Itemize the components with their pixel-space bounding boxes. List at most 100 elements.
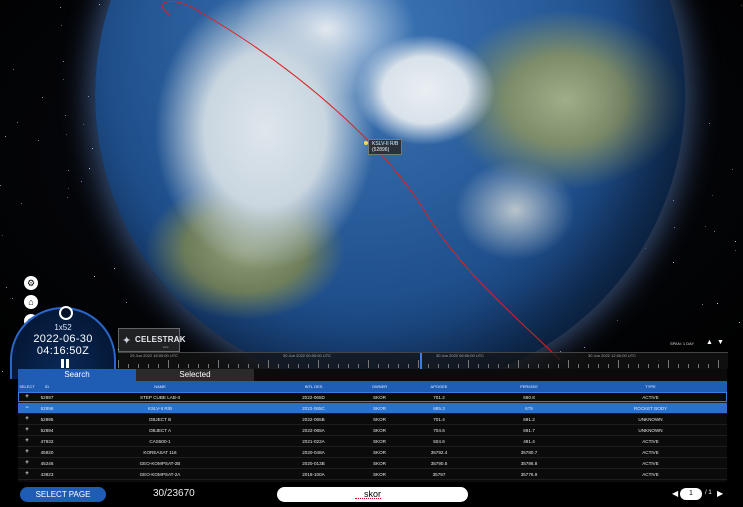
column-header[interactable]: ID	[36, 381, 58, 392]
timeline-tick	[538, 364, 539, 368]
table-cell: 679	[525, 406, 533, 411]
table-cell: GEO-KOMPSAT-2A	[139, 472, 181, 477]
celestrak-logo[interactable]: ✦ CELESTRAK LLC	[118, 328, 186, 352]
row-select-toggle[interactable]: −	[18, 403, 36, 414]
table-row[interactable]: +52895 OBJECT B 2022-065B SKOR 701.4 691.2 UNK…	[18, 414, 727, 425]
table-cell: 35776.9	[520, 472, 538, 477]
timeline-tick	[548, 364, 549, 368]
span-increase-button[interactable]: ▲	[706, 339, 713, 346]
select-page-button[interactable]: SELECT PAGE	[20, 487, 106, 502]
timeline-tick	[568, 360, 569, 368]
column-header[interactable]: OWNER	[365, 381, 394, 392]
home-icon[interactable]: ⌂	[24, 295, 38, 309]
timeline-tick	[408, 364, 409, 368]
page-next-button[interactable]: ▶	[717, 489, 723, 498]
row-select-toggle[interactable]: +	[18, 469, 36, 480]
column-header[interactable]: NAME	[58, 381, 262, 392]
timeline-cursor[interactable]	[420, 353, 422, 370]
column-header[interactable]: APOGEE	[394, 381, 484, 392]
row-select-toggle[interactable]: +	[18, 425, 36, 436]
timeline[interactable]: 29 Jun 2022 18:00:00 UTC 30 Jun 2022 00:…	[118, 352, 728, 370]
table-cell: 504.6	[433, 439, 445, 444]
table-cell: 52897	[40, 395, 54, 400]
table-cell: 690.8	[523, 395, 535, 400]
rate-dial-knob[interactable]	[59, 306, 73, 320]
clock-time: 04:16:50Z	[36, 345, 90, 357]
search-input[interactable]	[277, 487, 468, 502]
timeline-tick	[488, 364, 489, 368]
table-cell: 35797	[432, 472, 446, 477]
table-cell: 685.3	[433, 406, 445, 411]
table-row[interactable]: +52897 STEP CUBE LAB-II 2022-065D SKOR 701.2…	[18, 392, 727, 403]
table-cell: SKOR	[372, 406, 387, 411]
table-cell: ACTIVE	[642, 439, 659, 444]
table-cell: 491.4	[523, 439, 535, 444]
table-row[interactable]: −52896 KSLV-II R/B 2022-065C SKOR 685.3 679 RO…	[18, 403, 727, 414]
timeline-label: 29 Jun 2022 18:00:00 UTC	[130, 353, 179, 358]
row-select-toggle[interactable]: +	[18, 458, 36, 469]
column-header[interactable]: PERIGEE	[484, 381, 574, 392]
timeline-tick	[128, 364, 129, 368]
column-header[interactable]: TYPE	[574, 381, 727, 392]
timeline-tick	[668, 360, 669, 368]
gear-icon[interactable]: ⚙	[24, 276, 38, 290]
table-cell: OBJECT B	[148, 417, 172, 422]
satellite-label[interactable]: KSLV-II R/B (52896)	[368, 139, 403, 155]
tab-search[interactable]: Search	[18, 369, 136, 381]
span-decrease-button[interactable]: ▼	[717, 339, 724, 346]
logo-text: CELESTRAK	[135, 335, 186, 344]
logo-mark-icon: ✦	[122, 335, 132, 347]
timeline-tick	[608, 364, 609, 368]
table-row[interactable]: +43823 GEO-KOMPSAT-2A 2018-100A SKOR 35797 35…	[18, 469, 727, 480]
table-cell: 2020-048A	[302, 450, 325, 455]
column-header[interactable]: SELECT	[18, 381, 36, 392]
table-row[interactable]: +45920 KOREASAT 116 2020-048A SKOR 35792.4 35…	[18, 447, 727, 458]
table-cell: 47932	[40, 439, 54, 444]
table-row[interactable]: +47932 CAS500-1 2021-022A SKOR 504.6 491.4 ACT…	[18, 436, 727, 447]
timeline-tick	[708, 364, 709, 368]
table-cell: ACTIVE	[642, 450, 659, 455]
table-cell: UNKNOWN	[638, 428, 663, 433]
table-cell: ACTIVE	[642, 472, 659, 477]
clock-date: 2022-06-30	[33, 333, 93, 345]
table-cell: 52895	[40, 417, 54, 422]
row-select-toggle[interactable]: +	[18, 436, 36, 447]
page-prev-button[interactable]: ◀	[672, 489, 678, 498]
page-current[interactable]: 1	[680, 488, 702, 500]
table-cell: 701.4	[433, 417, 445, 422]
timeline-tick	[238, 364, 239, 368]
timeline-tick	[698, 364, 699, 368]
column-header[interactable]: INTL DES	[262, 381, 365, 392]
footer-bar: SELECT PAGE 30/23670 ◀ 1 / 1 ▶	[0, 482, 743, 507]
result-count: 30/23670	[153, 488, 195, 499]
timeline-tick	[588, 364, 589, 368]
table-cell: 35786.8	[520, 461, 538, 466]
timeline-tick	[228, 364, 229, 368]
timeline-tick	[478, 364, 479, 368]
timeline-tick	[528, 364, 529, 368]
row-select-toggle[interactable]: +	[18, 447, 36, 458]
timeline-tick	[448, 364, 449, 368]
table-cell: 43823	[40, 472, 54, 477]
table-cell: 35780.7	[520, 450, 538, 455]
timeline-tick	[358, 364, 359, 368]
table-cell: ACTIVE	[642, 395, 659, 400]
table-cell: KOREASAT 116	[143, 450, 177, 455]
tab-selected[interactable]: Selected	[136, 369, 254, 381]
timeline-tick	[318, 360, 319, 368]
table-row[interactable]: +45246 GEO-KOMPSAT-2B 2020-013B SKOR 35790.5…	[18, 458, 727, 469]
table-row[interactable]: +52894 OBJECT A 2022-065A SKOR 704.6 691.7 UNK…	[18, 425, 727, 436]
row-select-toggle[interactable]: +	[18, 392, 36, 403]
table-cell: 2022-065D	[302, 395, 325, 400]
search-panel: Search Selected SELECT ID NAME INTL DES OWNE…	[18, 369, 727, 482]
span-label: SPAN: 1 DAY	[670, 341, 695, 346]
table-cell: ACTIVE	[642, 461, 659, 466]
row-select-toggle[interactable]: +	[18, 414, 36, 425]
time-rate[interactable]: 1x52	[12, 323, 114, 332]
pause-icon[interactable]	[61, 359, 69, 368]
timeline-tick	[368, 360, 369, 368]
timeline-tick	[138, 364, 139, 368]
table-cell: 35790.5	[430, 461, 448, 466]
panel-tabs: Search Selected	[18, 369, 727, 381]
orbit-line	[162, 0, 561, 361]
